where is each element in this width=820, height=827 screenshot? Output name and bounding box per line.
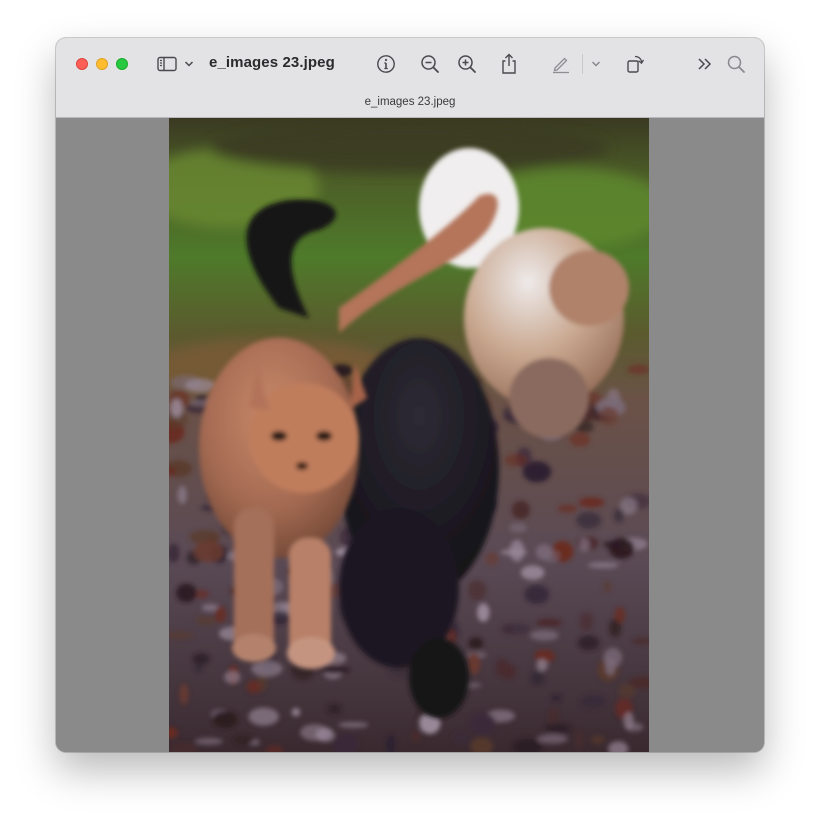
pebble-texture	[580, 695, 606, 709]
pebble-texture	[520, 565, 545, 580]
document-tab-title: e_images 23.jpeg	[364, 96, 456, 108]
pebble-texture	[291, 708, 301, 717]
sidebar-options-button[interactable]	[182, 52, 196, 76]
zoom-out-button[interactable]	[419, 52, 441, 76]
sidebar-toggle-button[interactable]	[156, 52, 178, 76]
pebble-texture	[524, 584, 550, 604]
pebble-texture	[535, 544, 552, 560]
pebble-texture	[495, 658, 509, 677]
pebble-texture	[467, 653, 481, 675]
sidebar-icon	[157, 56, 177, 72]
pebble-texture	[453, 731, 470, 743]
pebble-texture	[504, 454, 528, 467]
pebble-texture	[578, 497, 605, 508]
info-button[interactable]	[375, 52, 397, 76]
pebble-texture	[176, 583, 197, 603]
pebble-texture	[613, 508, 625, 523]
pebble-texture	[214, 606, 227, 623]
photo-cats[interactable]	[169, 118, 649, 752]
pebble-texture	[500, 623, 531, 635]
pebble-texture	[605, 656, 616, 676]
markup-options-button[interactable]	[589, 52, 603, 76]
zoom-in-button[interactable]	[456, 52, 478, 76]
pebble-texture	[500, 549, 528, 556]
pebble-texture	[602, 540, 627, 549]
pebble-texture	[537, 734, 568, 744]
pebble-texture	[591, 735, 605, 745]
pebble-texture	[194, 589, 209, 599]
zoom-in-icon	[457, 54, 477, 74]
search-icon	[726, 54, 746, 74]
share-button[interactable]	[498, 52, 520, 76]
pebble-texture	[587, 562, 619, 569]
markup-button[interactable]	[550, 52, 572, 76]
pebble-texture	[319, 666, 351, 674]
pebble-texture	[192, 653, 210, 664]
markup-pen-icon	[551, 54, 571, 74]
share-icon	[500, 53, 518, 75]
rotate-button[interactable]	[624, 52, 646, 76]
more-tools-button[interactable]	[694, 52, 716, 76]
search-button[interactable]	[725, 52, 747, 76]
pebble-texture	[195, 615, 216, 626]
pebble-texture	[579, 537, 590, 552]
pebble-texture	[536, 658, 548, 672]
more-icon	[696, 56, 714, 72]
pebble-texture	[551, 694, 562, 702]
window-title: e_images 23.jpeg	[209, 54, 335, 71]
close-window-button[interactable]	[76, 58, 88, 70]
pebble-texture	[177, 486, 187, 504]
pebble-texture	[575, 730, 584, 750]
minimize-window-button[interactable]	[96, 58, 108, 70]
pebble-texture	[484, 552, 499, 566]
pebble-texture	[603, 581, 612, 593]
pebble-texture	[577, 635, 600, 651]
image-canvas	[56, 118, 764, 752]
pebble-texture	[338, 721, 369, 728]
pebble-texture	[224, 670, 241, 684]
pebble-texture	[598, 406, 619, 426]
zoom-out-icon	[420, 54, 440, 74]
pebble-texture	[477, 603, 490, 622]
pebble-texture	[530, 670, 545, 685]
toolbar-divider	[582, 54, 583, 74]
pebble-texture	[469, 712, 496, 735]
pebble-texture	[576, 511, 602, 529]
pebble-texture	[530, 630, 559, 641]
chevron-down-icon	[184, 60, 194, 68]
chevron-down-icon	[591, 60, 601, 68]
pebble-texture	[193, 541, 224, 563]
pebble-texture	[468, 637, 483, 650]
pebble-texture	[194, 662, 203, 673]
pebble-texture	[557, 504, 578, 513]
pebble-texture	[548, 709, 559, 723]
pebble-texture	[194, 737, 223, 745]
pebble-texture	[170, 398, 183, 418]
rotate-icon	[625, 54, 645, 74]
photo-image	[169, 118, 649, 752]
info-icon	[376, 54, 396, 74]
pebble-texture	[614, 607, 625, 624]
pebble-texture	[535, 618, 563, 627]
preview-window: e_images 23.jpeg e_images 23.jpeg	[56, 38, 764, 752]
pebble-texture	[625, 722, 644, 732]
pebble-texture	[544, 723, 572, 734]
pebble-texture	[251, 660, 283, 677]
pebble-texture	[569, 432, 591, 447]
pebble-texture	[467, 580, 487, 601]
pebble-texture	[233, 735, 255, 745]
pebble-texture	[248, 707, 279, 726]
pebble-texture	[509, 523, 527, 533]
pebble-texture	[327, 704, 342, 714]
pebble-texture	[411, 730, 421, 743]
pebble-texture	[511, 500, 531, 520]
pebble-texture	[579, 612, 594, 632]
zoom-window-button[interactable]	[116, 58, 128, 70]
titlebar: e_images 23.jpeg e_images 23.jpeg	[56, 38, 764, 118]
pebble-texture	[212, 711, 238, 728]
pebble-texture	[179, 683, 189, 705]
pebble-texture	[300, 724, 330, 741]
